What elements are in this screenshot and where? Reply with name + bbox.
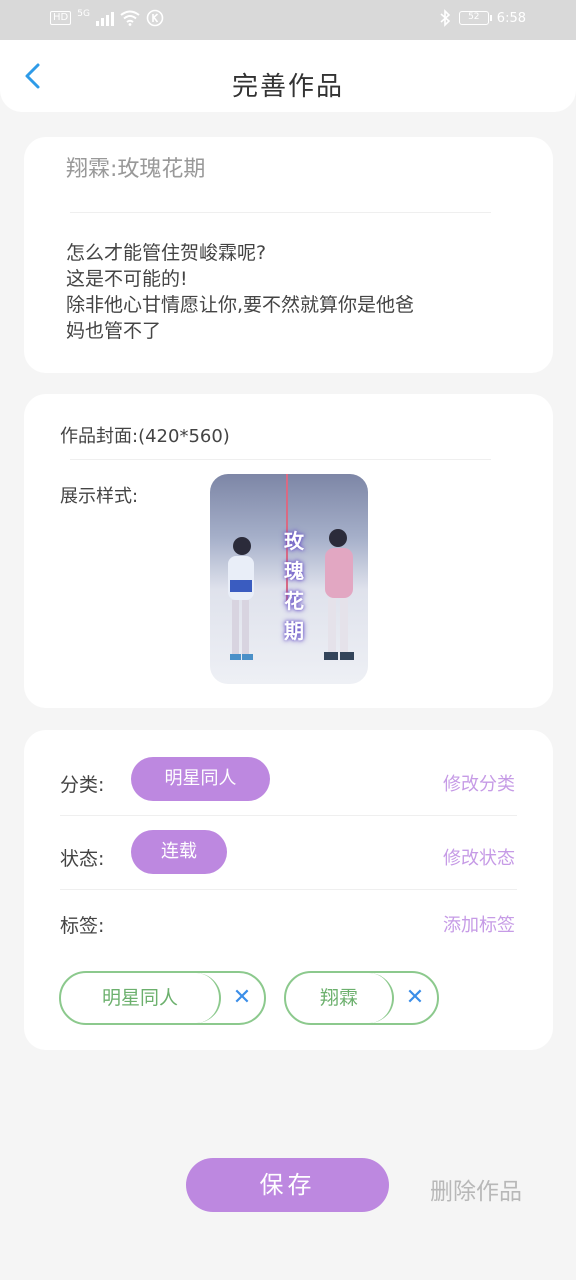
tag-label: 明星同人: [61, 973, 221, 1023]
cover-label: 作品封面:(420*560): [60, 426, 230, 447]
cover-person-right: [324, 529, 354, 660]
hd-indicator: HD: [50, 11, 72, 25]
work-info-card: 翔霖:玫瑰花期 怎么才能管住贺峻霖呢? 这是不可能的! 除非他心甘情愿让你,要不…: [24, 137, 553, 373]
tag-chip: 明星同人 ✕: [59, 971, 266, 1025]
tag-label: 翔霖: [286, 973, 394, 1023]
remove-tag-icon[interactable]: ✕: [395, 973, 435, 1023]
cover-title-text: 玫 瑰 花 期: [280, 526, 308, 646]
wifi-icon: [120, 10, 140, 26]
add-tag-link[interactable]: 添加标签: [443, 911, 515, 937]
clock: 6:58: [496, 10, 526, 26]
top-bar: 完善作品: [0, 40, 576, 112]
cover-person-left: [228, 537, 254, 660]
cover-image[interactable]: 玫 瑰 花 期: [210, 474, 368, 684]
description-line: 怎么才能管住贺峻霖呢?: [66, 242, 267, 264]
meta-card: 分类: 明星同人 修改分类 状态: 连载 修改状态 标签: 添加标签 明星同人 …: [24, 730, 553, 1050]
k-app-icon: [146, 9, 164, 27]
change-category-link[interactable]: 修改分类: [443, 770, 515, 796]
category-pill: 明星同人: [131, 757, 270, 801]
status-pill: 连载: [131, 830, 227, 874]
bluetooth-icon: [440, 9, 450, 27]
tag-chip: 翔霖 ✕: [284, 971, 439, 1025]
divider: [60, 889, 517, 890]
cover-card: 作品封面:(420*560) 展示样式: 玫 瑰 花 期: [24, 394, 553, 708]
network-type: 5G: [77, 9, 90, 19]
display-style-label: 展示样式:: [60, 486, 139, 507]
signal-icon: [95, 10, 114, 26]
cover-char: 花: [284, 589, 304, 613]
cover-char: 玫: [284, 529, 304, 553]
cover-char: 期: [284, 619, 304, 643]
work-description-field[interactable]: 怎么才能管住贺峻霖呢? 这是不可能的! 除非他心甘情愿让你,要不然就算你是他爸 …: [66, 240, 506, 344]
work-title-field[interactable]: 翔霖:玫瑰花期: [66, 151, 205, 183]
page-title: 完善作品: [231, 72, 344, 102]
divider: [70, 459, 491, 460]
divider: [60, 815, 517, 816]
divider: [70, 212, 491, 213]
status-label: 状态:: [60, 848, 105, 870]
remove-tag-icon[interactable]: ✕: [222, 973, 262, 1023]
category-label: 分类:: [60, 774, 105, 796]
tags-label: 标签:: [60, 915, 105, 937]
description-line: 这是不可能的!: [66, 268, 188, 290]
change-status-link[interactable]: 修改状态: [443, 844, 515, 870]
description-line: 除非他心甘情愿让你,要不然就算你是他爸: [66, 294, 415, 316]
description-line: 妈也管不了: [66, 320, 162, 342]
delete-work-button[interactable]: 删除作品: [430, 1172, 522, 1206]
status-bar: HD 5G 52 6:58: [0, 0, 576, 40]
cover-char: 瑰: [284, 559, 304, 583]
battery-icon: 52: [458, 11, 492, 25]
save-button[interactable]: 保存: [186, 1158, 389, 1212]
